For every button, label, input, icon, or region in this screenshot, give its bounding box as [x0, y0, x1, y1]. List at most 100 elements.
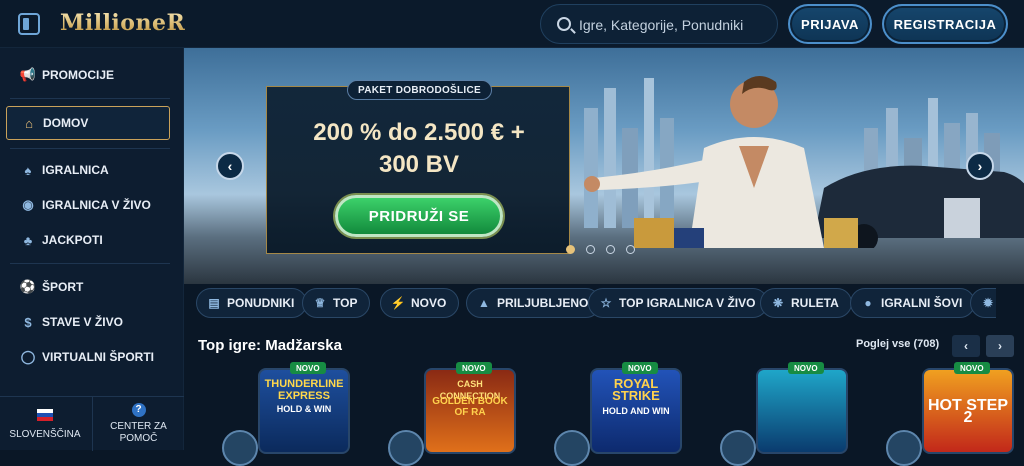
offer-title-line2: 300 BV [378, 151, 460, 178]
game-card-royal-strike[interactable]: ROYAL STRIKE HOLD AND WIN [590, 368, 682, 454]
sidebar-divider [10, 263, 170, 264]
language-label: SLOVENŠČINA [9, 428, 81, 440]
help-label-line2: POMOČ [119, 433, 158, 444]
view-all-link[interactable]: Poglej vse (708) [856, 338, 939, 350]
login-button[interactable]: PRIJAVA [788, 4, 872, 44]
home-icon: ⌂ [25, 115, 33, 131]
clover-icon: ♣ [23, 232, 33, 248]
sidebar-item-igralnica[interactable]: ♠ IGRALNICA [6, 153, 170, 187]
play-button[interactable] [886, 430, 922, 466]
sidebar-item-jackpoti[interactable]: ♣ JACKPOTI [6, 223, 170, 257]
banner-dot[interactable] [566, 245, 575, 254]
search-icon [557, 17, 571, 31]
megaphone-icon: 📢 [19, 67, 37, 82]
new-badge: NOVO [788, 362, 824, 374]
play-button[interactable] [222, 430, 258, 466]
flame-icon: ▲ [478, 296, 490, 310]
bolt-icon: ⚡ [390, 296, 406, 310]
sidebar-item-label: IGRALNICA V ŽIVO [42, 198, 151, 212]
spade-icon: ♠ [24, 162, 32, 178]
sidebar-item-domov[interactable]: ⌂ DOMOV [6, 106, 170, 140]
live-bet-icon: $ [24, 314, 32, 330]
help-icon: ? [131, 403, 146, 417]
sidebar-item-sport[interactable]: ⚽ ŠPORT [6, 270, 170, 304]
more-category-icon: ✹ [982, 296, 994, 310]
play-button[interactable] [388, 430, 424, 466]
chip-top-igralnica-v-zivo[interactable]: ☆ TOP IGRALNICA V ŽIVO [588, 288, 769, 318]
mic-icon: ● [864, 296, 872, 310]
banner-prev-button[interactable]: ‹ [216, 152, 244, 180]
sidebar-item-label: PROMOCIJE [42, 68, 115, 82]
game-card-title: ROYAL STRIKE [612, 376, 660, 403]
banner-dot[interactable] [586, 245, 595, 254]
sidebar-item-label: IGRALNICA [42, 163, 109, 177]
chevron-left-icon: ‹ [964, 339, 968, 353]
sidebar-divider [10, 148, 170, 149]
sidebar-item-igralnica-v-zivo[interactable]: ◉ IGRALNICA V ŽIVO [6, 188, 170, 222]
search-input[interactable] [579, 13, 769, 37]
help-label-line1: CENTER ZA [110, 421, 167, 432]
new-badge: NOVO [456, 362, 492, 374]
join-button[interactable]: PRIDRUŽI SE [335, 195, 503, 237]
hero-banner: PAKET DOBRODOŠLICE 200 % do 2.500 € + 30… [184, 48, 1024, 284]
game-card-subtitle: HOLD AND WIN [602, 406, 670, 416]
chip-more[interactable]: ✹ [970, 288, 996, 318]
chip-ruleta[interactable]: ❋ RULETA [760, 288, 852, 318]
chevron-left-icon: ‹ [227, 158, 233, 174]
football-icon: ⚽ [19, 279, 37, 294]
game-card-ocean[interactable] [756, 368, 848, 454]
chip-label: IGRALNI ŠOVI [881, 296, 963, 310]
play-button[interactable] [554, 430, 590, 466]
chip-label: PONUDNIKI [227, 296, 295, 310]
top-games-title: Top igre: Madžarska [198, 337, 342, 354]
chip-ponudniki[interactable]: ▤ PONUDNIKI [196, 288, 308, 318]
welcome-offer-panel: PAKET DOBRODOŠLICE 200 % do 2.500 € + 30… [266, 80, 571, 254]
sidebar-item-promocije[interactable]: 📢 PROMOCIJE [6, 58, 170, 92]
banner-next-button[interactable]: › [966, 152, 994, 180]
city-skyline-image [584, 76, 1024, 248]
crown-icon: ♕ [314, 296, 326, 310]
sidebar-item-label: VIRTUALNI ŠPORTI [42, 350, 155, 364]
chip-label: TOP IGRALNICA V ŽIVO [619, 296, 756, 310]
sidebar-item-stave-v-zivo[interactable]: $ STAVE V ŽIVO [6, 305, 170, 339]
game-card-title: HOT STEP 2 [927, 397, 1008, 426]
games-next-button[interactable]: › [986, 335, 1014, 357]
sidebar-item-label: DOMOV [43, 116, 89, 130]
chevron-right-icon: › [977, 158, 983, 174]
sidebar-item-virtualni-sporti[interactable]: ◯ VIRTUALNI ŠPORTI [6, 340, 170, 374]
chip-igralni-sovi[interactable]: ● IGRALNI ŠOVI [850, 288, 976, 318]
chip-priljubljeno[interactable]: ▲ PRILJUBLJENO [466, 288, 602, 318]
games-prev-button[interactable]: ‹ [952, 335, 980, 357]
chip-top[interactable]: ♕ TOP [302, 288, 371, 318]
top-header: MillioneR PRIJAVA REGISTRACIJA [0, 0, 1024, 48]
register-button[interactable]: REGISTRACIJA [882, 4, 1008, 44]
sidebar-divider [10, 98, 170, 99]
game-card-hot-step-2[interactable]: HOT STEP 2 [922, 368, 1014, 454]
sidebar-item-label: STAVE V ŽIVO [42, 315, 123, 329]
banner-dot[interactable] [626, 245, 635, 254]
chip-icon: ◉ [22, 197, 34, 212]
slovenia-flag-icon [37, 408, 53, 421]
banner-dot[interactable] [606, 245, 615, 254]
play-button[interactable] [720, 430, 756, 466]
logo[interactable]: MillioneR [60, 10, 185, 36]
sidebar-footer: SLOVENŠČINA ? CENTER ZA POMOČ [0, 396, 184, 451]
chip-label: TOP [333, 296, 358, 310]
star-icon: ☆ [600, 296, 612, 310]
sidebar-item-label: ŠPORT [42, 280, 84, 294]
game-card-thunderline-express[interactable]: THUNDERLINE EXPRESS HOLD & WIN [258, 368, 350, 454]
chevron-right-icon: › [998, 339, 1002, 353]
game-card-golden-book-of-ra[interactable]: CASH CONNECTION GOLDEN BOOK OF RA [424, 368, 516, 454]
chip-novo[interactable]: ⚡ NOVO [380, 288, 460, 318]
chip-label: PRILJUBLJENO [497, 296, 589, 310]
language-selector[interactable]: SLOVENŠČINA [0, 397, 90, 451]
book-icon: ▤ [208, 296, 220, 310]
virtual-sport-icon: ◯ [20, 349, 36, 364]
new-badge: NOVO [954, 362, 990, 374]
sidebar-toggle-icon[interactable] [18, 13, 40, 35]
offer-title-line1: 200 % do 2.500 € + [313, 119, 525, 146]
offer-title: 200 % do 2.500 € + 300 BV [267, 117, 571, 181]
help-center-link[interactable]: ? CENTER ZA POMOČ [92, 397, 184, 451]
search-bar[interactable] [540, 4, 778, 44]
chip-label: RULETA [791, 296, 839, 310]
